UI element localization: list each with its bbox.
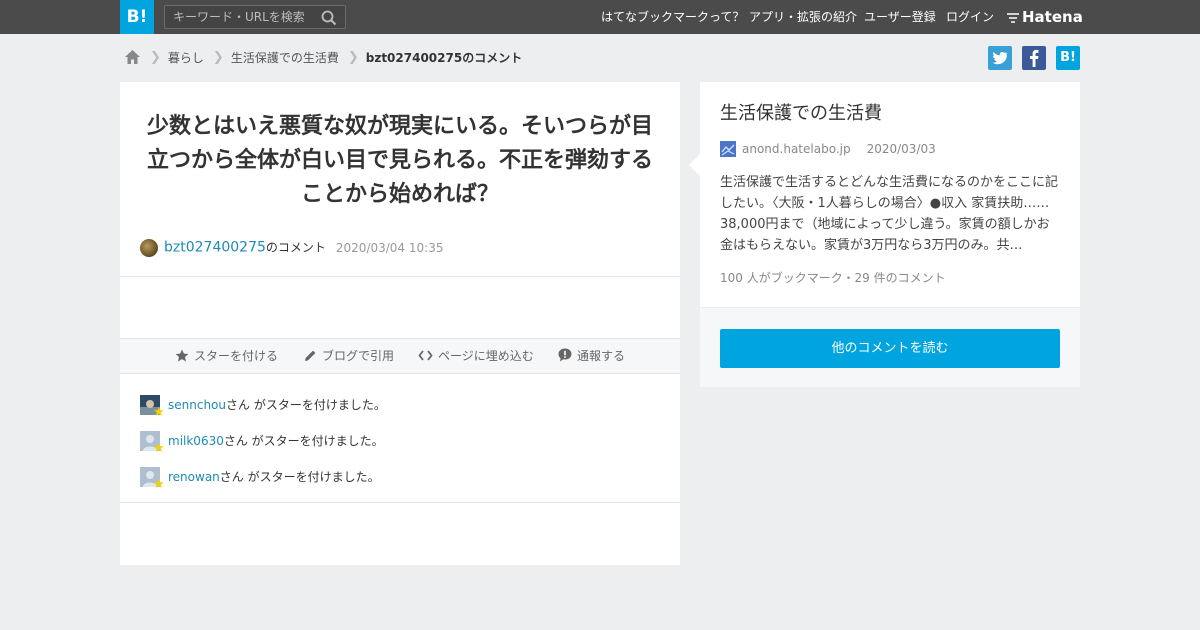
comment-user-link[interactable]: bzt027400275 <box>164 240 266 256</box>
breadcrumb-item-category[interactable]: 暮らし <box>168 47 204 69</box>
search-box <box>164 5 346 29</box>
comment-meta: bzt027400275のコメント 2020/03/04 10:35 <box>140 236 443 258</box>
nav-login[interactable]: ログイン <box>946 0 994 34</box>
add-star-button[interactable]: スターを付ける <box>175 339 278 373</box>
hatena-mark-icon <box>1007 13 1019 23</box>
chevron-right-icon: ❯ <box>150 49 161 65</box>
top-bar: B! はてなブックマークって？ アプリ・拡張の紹介 ユーザー登録 ログイン Ha… <box>0 0 1200 34</box>
comment-text: 少数とはいえ悪質な奴が現実にいる。そいつらが目立つから全体が白い目で見られる。不… <box>146 114 653 207</box>
read-other-comments-button[interactable]: 他のコメントを読む <box>720 329 1060 368</box>
blog-quote-button[interactable]: ブログで引用 <box>304 339 394 373</box>
facebook-icon <box>1030 49 1039 67</box>
pencil-icon <box>305 350 316 361</box>
divider <box>120 502 680 503</box>
hatena-bookmark-logo[interactable]: B! <box>120 0 154 34</box>
embed-button[interactable]: ページに埋め込む <box>418 339 534 373</box>
entry-title[interactable]: 生活保護での生活費 <box>720 102 882 126</box>
chevron-right-icon: ❯ <box>347 49 359 65</box>
code-icon <box>418 350 433 361</box>
divider <box>120 276 680 277</box>
report-button[interactable]: 通報する <box>558 339 625 373</box>
action-bar: スターを付ける ブログで引用 ページに埋め込む 通報する <box>120 338 680 374</box>
star-user-link[interactable]: sennchou <box>168 398 226 412</box>
star-icon: ★ <box>153 441 165 456</box>
comment-date[interactable]: 2020/03/04 10:35 <box>336 241 444 255</box>
entry-description: 生活保護で生活するとどんな生活費になるのかをここに記したい。〈大阪・1人暮らしの… <box>720 175 1059 253</box>
entry-card-footer: 他のコメントを読む <box>700 307 1080 387</box>
comment-card: 少数とはいえ悪質な奴が現実にいる。そいつらが目立つから全体が白い目で見られる。不… <box>120 82 680 565</box>
star-user-link[interactable]: renowan <box>168 470 220 484</box>
nav-about[interactable]: はてなブックマークって？ <box>601 0 744 34</box>
share-hatena-button[interactable]: B! <box>1056 46 1080 70</box>
home-icon[interactable] <box>124 47 141 69</box>
star-icon: ★ <box>153 477 165 492</box>
hatena-brand-label: Hatena <box>1022 8 1083 26</box>
bookmark-count-link[interactable]: 100 人がブックマーク・29 件のコメント <box>720 269 946 287</box>
share-facebook-button[interactable] <box>1022 46 1046 70</box>
entry-card: 生活保護での生活費 anond.hatelabo.jp 2020/03/03 生活… <box>689 82 1080 387</box>
entry-date: 2020/03/03 <box>866 142 936 156</box>
nav-apps[interactable]: アプリ・拡張の紹介 <box>749 0 857 34</box>
entry-source: anond.hatelabo.jp 2020/03/03 <box>720 141 936 157</box>
add-star-label: スターを付ける <box>194 349 279 363</box>
star-text: さん がスターを付けました。 <box>223 434 384 448</box>
card-pointer <box>689 154 700 176</box>
search-input[interactable] <box>165 6 315 28</box>
search-icon[interactable] <box>321 10 337 26</box>
breadcrumb-current: bzt027400275のコメント <box>365 50 523 65</box>
star-user-link[interactable]: milk0630 <box>168 434 224 448</box>
star-text: さん がスターを付けました。 <box>219 470 380 484</box>
breadcrumb-item-entry[interactable]: 生活保護での生活費 <box>231 47 339 69</box>
entry-domain-link[interactable]: anond.hatelabo.jp <box>742 142 851 156</box>
star-icon <box>175 349 189 362</box>
nav-register[interactable]: ユーザー登録 <box>864 0 936 34</box>
breadcrumb: ❯ 暮らし ❯ 生活保護での生活費 ❯ bzt027400275のコメント <box>124 46 522 68</box>
hatena-brand[interactable]: Hatena <box>1006 0 1083 34</box>
star-icon: ★ <box>153 405 165 420</box>
star-text: さん がスターを付けました。 <box>226 398 386 412</box>
report-label: 通報する <box>577 349 626 363</box>
comment-suffix: のコメント <box>265 240 326 255</box>
chevron-right-icon: ❯ <box>212 49 224 65</box>
avatar[interactable] <box>140 238 158 257</box>
favicon-icon <box>720 141 736 157</box>
twitter-icon <box>992 51 1008 65</box>
share-twitter-button[interactable] <box>988 46 1012 70</box>
embed-label: ページに埋め込む <box>438 349 534 363</box>
report-icon <box>558 348 572 362</box>
blog-quote-label: ブログで引用 <box>322 349 395 363</box>
